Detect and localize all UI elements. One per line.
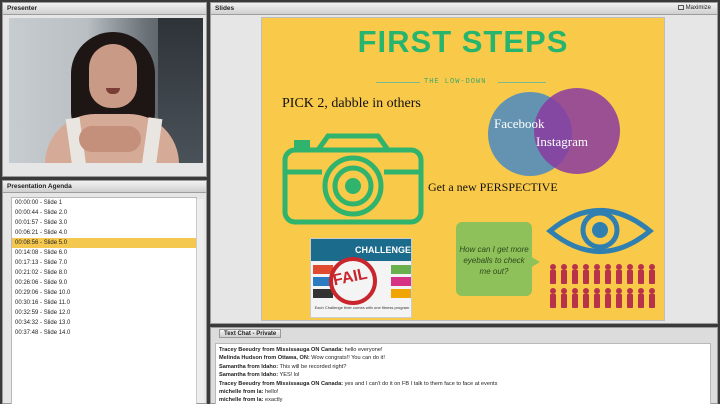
- chat-log[interactable]: Tracey Beeudry from Mississauga ON Canad…: [215, 343, 711, 404]
- venn-label-facebook: Facebook: [494, 116, 545, 131]
- agenda-item[interactable]: 00:14:08 - Slide 6.0: [12, 248, 196, 258]
- chat-sender: Melinda Hudson from Ottawa, ON:: [219, 355, 310, 362]
- maximize-button[interactable]: Maximize: [677, 3, 711, 14]
- chat-text: yes and I can't do it on FB I talk to th…: [343, 380, 498, 387]
- promo-badge: [391, 265, 411, 274]
- chat-sender: Samantha from Idaho:: [219, 372, 279, 379]
- agenda-item[interactable]: 00:00:44 - Slide 2.0: [12, 208, 196, 218]
- perspective-text: Get a new PERSPECTIVE: [428, 180, 558, 194]
- chat-panel-header: Text Chat - Private: [211, 328, 717, 340]
- promo-caption: Each Challenge their comes with one fitn…: [314, 305, 410, 310]
- subtitle-rule: [498, 82, 546, 83]
- chat-sender: michelle from la:: [219, 397, 264, 404]
- chat-text: This will be recorded right?: [278, 363, 347, 370]
- chat-text: Wow congrats!! You can do it!: [309, 355, 385, 362]
- audience-people-icon: [550, 264, 655, 308]
- chat-message: Melinda Hudson from Ottawa, ON: Wow cong…: [219, 354, 707, 362]
- slides-panel-title: Slides: [215, 5, 235, 12]
- chat-message: Samantha from Idaho: YES! lol: [219, 371, 707, 379]
- chat-sender: Samantha from Idaho:: [219, 363, 279, 370]
- maximize-icon: [677, 5, 684, 10]
- venn-label-instagram: Instagram: [536, 134, 588, 149]
- promo-badge: [391, 289, 411, 298]
- presenter-panel: Presenter: [2, 2, 207, 177]
- speech-bubble-text: How can I get more eyeballs to check me …: [459, 245, 529, 276]
- slide-canvas: FIRST STEPS THE LOW-DOWN PICK 2, dabble …: [261, 17, 665, 321]
- chat-sender: Tracey Beeudry from Mississauga ON Canad…: [219, 347, 344, 353]
- agenda-item[interactable]: 00:01:57 - Slide 3.0: [12, 218, 196, 228]
- agenda-item[interactable]: 00:08:56 - Slide 5.0: [12, 238, 196, 248]
- subtitle-rule: [376, 82, 420, 83]
- agenda-item[interactable]: 00:06:21 - Slide 4.0: [12, 228, 196, 238]
- agenda-item[interactable]: 00:34:32 - Slide 13.0: [12, 318, 196, 328]
- chat-message: Tracey Beeudry from Mississauga ON Canad…: [219, 346, 707, 354]
- venn-diagram: Facebook Instagram: [488, 88, 620, 176]
- agenda-panel-title: Presentation Agenda: [3, 181, 206, 193]
- slide-subtitle: THE LOW-DOWN: [424, 78, 487, 86]
- agenda-item[interactable]: 00:29:06 - Slide 10.0: [12, 288, 196, 298]
- agenda-item[interactable]: 00:00:00 - Slide 1: [12, 198, 196, 208]
- slides-panel-header: Slides Maximize: [211, 3, 717, 15]
- agenda-list: 00:00:00 - Slide 1 00:00:44 - Slide 2.0 00…: [11, 197, 197, 404]
- challenge-promo-image: CHALLENGE FAIL Each Challenge their come…: [310, 238, 412, 318]
- promo-badge: [391, 277, 411, 286]
- speech-bubble-tail: [530, 256, 540, 268]
- eye-icon: [546, 208, 654, 254]
- chat-message: Tracey Beeudry from Mississauga ON Canad…: [219, 380, 707, 388]
- chat-text: exactly: [263, 397, 283, 404]
- tab-text-chat-private[interactable]: Text Chat - Private: [219, 329, 282, 338]
- agenda-scrollbar[interactable]: [196, 199, 204, 403]
- pick-text: PICK 2, dabble in others: [282, 96, 421, 111]
- chat-message: Samantha from Idaho: This will be record…: [219, 363, 707, 371]
- venn-circle-instagram: [534, 88, 620, 174]
- presenter-panel-title: Presenter: [3, 3, 206, 15]
- agenda-item[interactable]: 00:26:06 - Slide 9.0: [12, 278, 196, 288]
- camera-icon: [282, 133, 424, 225]
- agenda-item[interactable]: 00:37:48 - Slide 14.0: [12, 328, 196, 338]
- promo-brand: CHALLENGE: [355, 245, 411, 255]
- agenda-item[interactable]: 00:32:59 - Slide 12.0: [12, 308, 196, 318]
- agenda-item[interactable]: 00:21:02 - Slide 8.0: [12, 268, 196, 278]
- agenda-item[interactable]: 00:30:16 - Slide 11.0: [12, 298, 196, 308]
- slide-title: FIRST STEPS: [357, 24, 569, 59]
- presenter-video[interactable]: [9, 18, 203, 163]
- maximize-label: Maximize: [685, 5, 711, 11]
- presenter-hands: [79, 126, 141, 152]
- chat-text: hello!: [263, 389, 279, 396]
- presenter-face: [89, 44, 137, 108]
- chat-sender: michelle from la:: [219, 389, 264, 396]
- agenda-item[interactable]: 00:17:13 - Slide 7.0: [12, 258, 196, 268]
- chat-message: michelle from la: exactly: [219, 396, 707, 404]
- chat-sender: Tracey Beeudry from Mississauga ON Canad…: [219, 380, 344, 387]
- slides-panel: Slides Maximize FIRST STEPS THE LOW-DOWN…: [210, 2, 718, 324]
- chat-text: YES! lol: [278, 372, 300, 379]
- agenda-panel: Presentation Agenda 00:00:00 - Slide 1 00…: [2, 180, 207, 404]
- chat-panel: Text Chat - Private Tracey Beeudry from …: [210, 327, 718, 404]
- chat-message: michelle from la: hello!: [219, 388, 707, 396]
- chat-text: hello everyone!: [343, 347, 383, 353]
